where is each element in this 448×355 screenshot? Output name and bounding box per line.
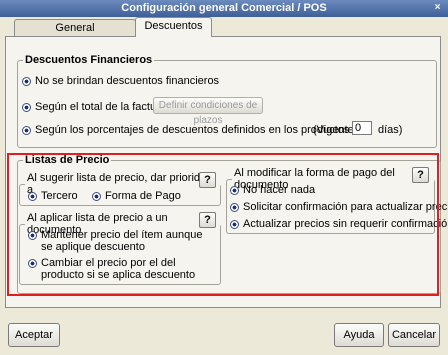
window-title: Configuración general Comercial / POS: [121, 2, 327, 14]
window-titlebar: Configuración general Comercial / POS ×: [0, 0, 448, 17]
aceptar-button[interactable]: Aceptar: [8, 323, 60, 347]
radio-total-factura-label: Según el total de la factura: [35, 101, 166, 113]
config-window: Configuración general Comercial / POS × …: [0, 0, 448, 355]
definir-condiciones-button[interactable]: Definir condiciones de plazos: [153, 97, 263, 126]
radio-porcentajes-label: Según los porcentajes de descuentos defi…: [35, 124, 350, 136]
tab-descuentos[interactable]: Descuentos: [135, 17, 212, 37]
radio-no-descuentos-row[interactable]: No se brindan descuentos financieros: [22, 75, 219, 87]
ayuda-button[interactable]: Ayuda: [334, 323, 384, 347]
radio-porcentajes-row[interactable]: Según los porcentajes de descuentos defi…: [22, 124, 349, 136]
descuentos-financieros-legend: Descuentos Financieros: [25, 54, 153, 66]
vigente-label: (Vigente: [313, 124, 354, 136]
cancelar-button[interactable]: Cancelar: [388, 323, 440, 347]
close-icon[interactable]: ×: [431, 2, 444, 14]
radio-total-factura[interactable]: [22, 103, 31, 112]
dias-label: días): [378, 124, 403, 136]
radio-total-factura-row[interactable]: Según el total de la factura: [22, 101, 166, 113]
tab-general[interactable]: General: [14, 19, 136, 37]
highlight-frame: [7, 153, 439, 296]
radio-no-descuentos[interactable]: [22, 77, 31, 86]
vigente-dias-input[interactable]: 0: [352, 121, 372, 135]
radio-no-descuentos-label: No se brindan descuentos financieros: [35, 75, 220, 87]
radio-porcentajes[interactable]: [22, 126, 31, 135]
